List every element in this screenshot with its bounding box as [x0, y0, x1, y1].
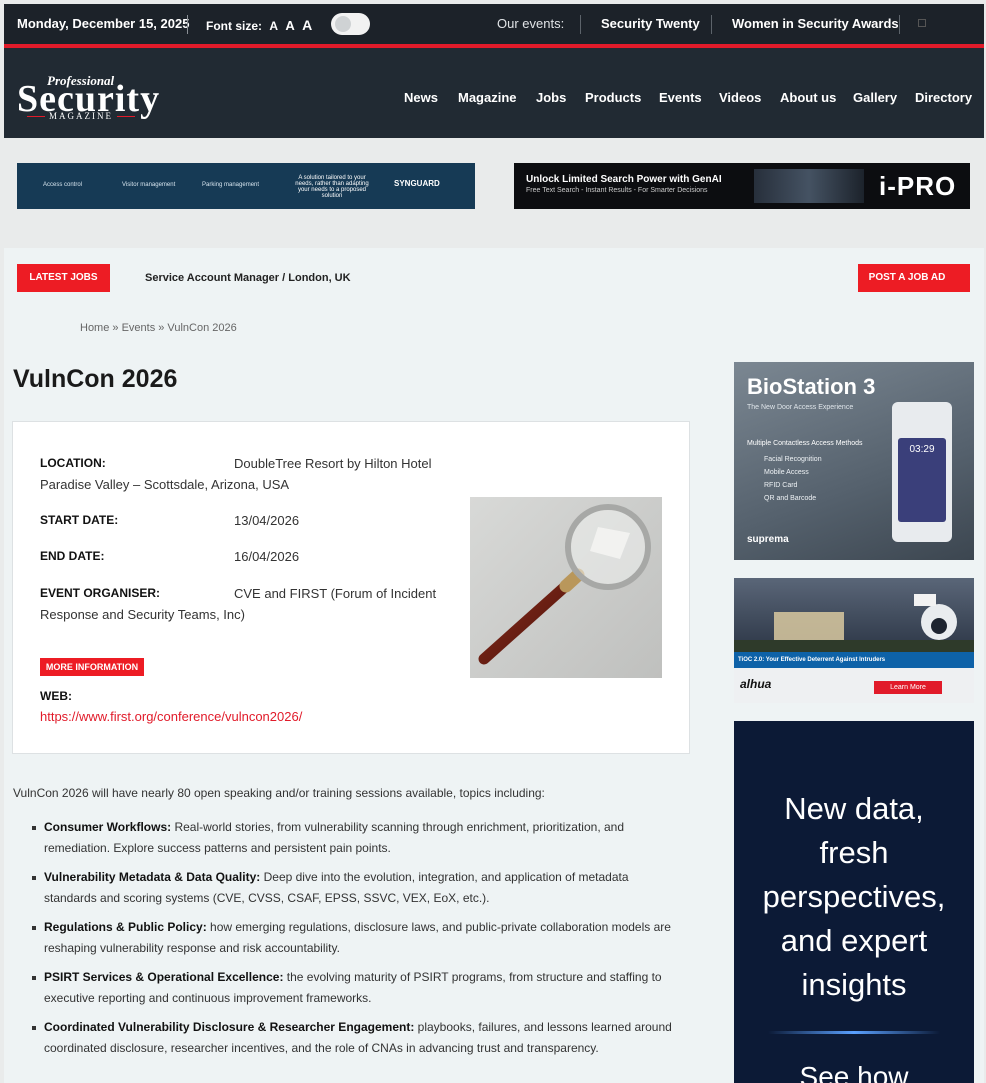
topic-heading: Regulations & Public Policy: — [44, 920, 207, 934]
top-bar: Monday, December 15, 2025 Font size: A A… — [4, 4, 984, 44]
ad-screens-image — [754, 169, 864, 203]
ad-item: Parking management — [202, 182, 260, 188]
device-screen: 03:29 — [898, 438, 946, 522]
ad-tagline-band: TiOC 2.0: Your Effective Deterrent Again… — [734, 652, 974, 668]
nav-products[interactable]: Products — [585, 90, 641, 105]
site-header: Professional Security MAGAZINE News Maga… — [4, 48, 984, 138]
ad-item: Visitor management — [122, 182, 176, 188]
latest-jobs-button[interactable]: LATEST JOBS — [17, 264, 110, 292]
ad-item: Access control — [43, 182, 83, 188]
promo-headline: New data, fresh perspectives, and expert… — [762, 791, 946, 1002]
end-date-label: END DATE: — [40, 549, 105, 563]
nav-events[interactable]: Events — [659, 90, 702, 105]
dahua-logo: alhua — [740, 677, 772, 691]
list-item: Consumer Workflows: Real-world stories, … — [13, 817, 683, 859]
dahua-sidebar-ad[interactable]: TiOC 2.0: Your Effective Deterrent Again… — [734, 578, 974, 703]
topic-heading: Coordinated Vulnerability Disclosure & R… — [44, 1020, 415, 1034]
nav-directory[interactable]: Directory — [915, 90, 972, 105]
event-details-card: LOCATION: DoubleTree Resort by Hilton Ho… — [12, 421, 690, 754]
divider — [580, 15, 581, 34]
ad-scene-image — [734, 578, 974, 652]
ad-subtitle: The New Door Access Experience — [747, 404, 854, 411]
font-size-small-button[interactable]: A — [269, 19, 278, 33]
list-item: Coordinated Vulnerability Disclosure & R… — [13, 1017, 683, 1059]
font-size-label: Font size: — [206, 19, 262, 33]
list-item: PSIRT Services & Operational Excellence:… — [13, 967, 683, 1009]
divider — [187, 15, 188, 34]
font-size-control: Font size: A A A — [206, 17, 312, 33]
biostation-sidebar-ad[interactable]: BioStation 3 The New Door Access Experie… — [734, 362, 974, 560]
organiser-value: CVE and FIRST (Forum of Incident — [234, 586, 437, 601]
ad-list-item: Mobile Access — [764, 469, 809, 476]
ad-methods-heading: Multiple Contactless Access Methods — [747, 440, 863, 447]
latest-job-link[interactable]: Service Account Manager / London, UK — [145, 272, 351, 284]
nav-magazine[interactable]: Magazine — [458, 90, 517, 105]
organiser-value-line2: Response and Security Teams, Inc) — [40, 607, 245, 622]
site-logo[interactable]: Professional Security MAGAZINE — [17, 71, 167, 129]
ad-title: Unlock Limited Search Power with GenAI — [526, 174, 722, 185]
organiser-label: EVENT ORGANISER: — [40, 586, 161, 600]
event-link-security-twenty[interactable]: Security Twenty — [601, 16, 700, 31]
font-size-medium-button[interactable]: A — [285, 18, 294, 33]
start-date-value: 13/04/2026 — [234, 513, 300, 528]
promo-sidebar-ad[interactable]: New data, fresh perspectives, and expert… — [734, 721, 974, 1083]
divider — [711, 15, 712, 34]
topic-heading: PSIRT Services & Operational Excellence: — [44, 970, 284, 984]
location-value-line2: Paradise Valley – Scottsdale, Arizona, U… — [40, 477, 290, 492]
suprema-logo: suprema — [747, 534, 789, 545]
page-title: VulnCon 2026 — [13, 365, 178, 393]
banner-ad-strip: Access control Visitor management Parkin… — [4, 138, 984, 248]
start-date-label: START DATE: — [40, 513, 119, 527]
access-device-image: 03:29 — [892, 402, 952, 542]
ad-list-item: Facial Recognition — [764, 456, 822, 463]
ipro-banner-ad[interactable]: Unlock Limited Search Power with GenAI F… — [514, 163, 970, 209]
glow-divider — [768, 1031, 940, 1034]
ipro-logo: i-PRO — [879, 171, 957, 201]
toggle-knob — [335, 16, 351, 32]
event-link-women-in-security[interactable]: Women in Security Awards — [732, 16, 899, 31]
synguard-banner-ad[interactable]: Access control Visitor management Parkin… — [17, 163, 475, 209]
logo-magazine: MAGAZINE — [27, 111, 135, 121]
event-website-link[interactable]: https://www.first.org/conference/vulncon… — [40, 709, 302, 724]
nav-videos[interactable]: Videos — [719, 90, 761, 105]
ad-list-item: QR and Barcode — [764, 495, 817, 502]
camera-scene-illustration — [734, 594, 974, 652]
location-label: LOCATION: — [40, 456, 106, 470]
social-icon[interactable] — [918, 19, 926, 27]
location-value: DoubleTree Resort by Hilton Hotel — [234, 456, 432, 471]
end-date-value: 16/04/2026 — [234, 549, 300, 564]
promo-cta: See how — [799, 1061, 909, 1083]
divider — [899, 15, 900, 34]
topics-list: Consumer Workflows: Real-world stories, … — [13, 817, 683, 1067]
nav-gallery[interactable]: Gallery — [853, 90, 897, 105]
event-intro-text: VulnCon 2026 will have nearly 80 open sp… — [13, 786, 545, 800]
web-label: WEB: — [40, 689, 72, 703]
synguard-logo: SYNGUARD — [394, 179, 440, 188]
magnifier-illustration — [478, 504, 651, 665]
dark-mode-toggle[interactable] — [331, 13, 370, 35]
learn-more-button[interactable]: Learn More — [874, 681, 942, 694]
our-events-label: Our events: — [497, 16, 565, 31]
nav-jobs[interactable]: Jobs — [536, 90, 566, 105]
post-job-ad-button[interactable]: POST A JOB AD — [858, 264, 970, 292]
magnifying-glass-image — [470, 497, 662, 678]
font-size-large-button[interactable]: A — [302, 17, 312, 33]
ad-tagline: A solution tailored to your needs, rathe… — [295, 175, 369, 199]
topic-heading: Vulnerability Metadata & Data Quality: — [44, 870, 261, 884]
breadcrumb: Home » Events » VulnCon 2026 — [80, 322, 237, 334]
current-date: Monday, December 15, 2025 — [17, 16, 190, 31]
ad-title: BioStation 3 — [747, 374, 876, 399]
ad-list-item: RFID Card — [764, 482, 798, 489]
ad-subtitle: Free Text Search - Instant Results - For… — [526, 187, 708, 194]
page-frame: Monday, December 15, 2025 Font size: A A… — [4, 4, 984, 1083]
nav-about-us[interactable]: About us — [780, 90, 836, 105]
more-information-button[interactable]: MORE INFORMATION — [40, 658, 144, 676]
device-clock: 03:29 — [909, 444, 935, 455]
post-job-label: POST A JOB AD — [868, 272, 946, 283]
list-item: Regulations & Public Policy: how emergin… — [13, 917, 683, 959]
list-item: Vulnerability Metadata & Data Quality: D… — [13, 867, 683, 909]
nav-news[interactable]: News — [404, 90, 438, 105]
topic-heading: Consumer Workflows: — [44, 820, 172, 834]
